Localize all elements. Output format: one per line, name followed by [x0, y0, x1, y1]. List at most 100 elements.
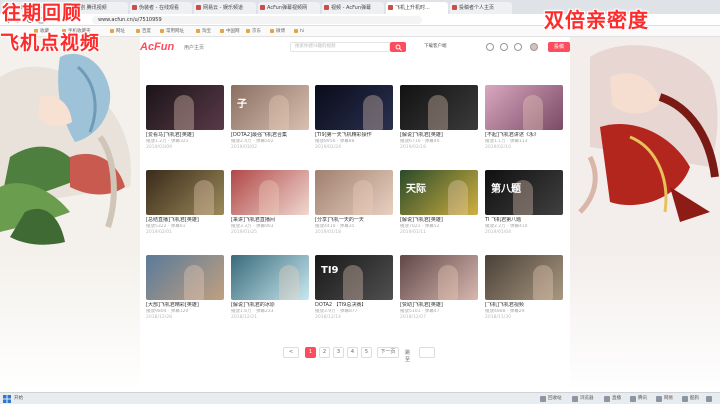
- video-thumbnail[interactable]: 子: [231, 85, 309, 130]
- acfun-logo[interactable]: AcFun: [140, 41, 174, 53]
- video-thumbnail[interactable]: [146, 255, 224, 300]
- video-title[interactable]: [爱看马]飞机君[英雄]: [146, 132, 224, 139]
- video-title[interactable]: [不起]飞机君讲述《永》: [485, 132, 563, 139]
- taskbar-app-icon[interactable]: [540, 396, 546, 402]
- start-label[interactable]: 开始: [14, 395, 23, 403]
- taskbar-app-icon[interactable]: [630, 396, 636, 402]
- taskbar-item[interactable]: 网易: [664, 395, 673, 403]
- video-thumbnail[interactable]: [400, 85, 478, 130]
- message-icon[interactable]: [486, 43, 494, 51]
- taskbar-app-icon[interactable]: [656, 396, 662, 402]
- browser-tab[interactable]: 视频 - AcFun弹幕: [322, 2, 384, 14]
- video-card[interactable]: [不起]飞机君讲述《永》 播放1.1万 · 弹幕113 2019/02/10: [485, 85, 563, 151]
- video-card[interactable]: [解说]飞机君[英雄] 播放6710 · 弹幕40 2019/02/18: [400, 85, 478, 151]
- browser-tab[interactable]: 网易云 - 娱乐频道: [194, 2, 256, 14]
- taskbar-item[interactable]: 酷狗: [690, 395, 699, 403]
- video-thumbnail[interactable]: TI9: [315, 255, 393, 300]
- video-title[interactable]: [赞助]飞机君[英雄]: [400, 302, 478, 309]
- video-thumbnail[interactable]: [315, 170, 393, 215]
- video-date: 2019/01/11: [400, 230, 426, 235]
- post-button[interactable]: 投稿: [548, 42, 570, 52]
- video-card[interactable]: TI9 DOTA2 【TI9总决赛】 播放3.9万 · 弹幕877 2018/12/1…: [315, 255, 393, 321]
- video-card[interactable]: [大部]飞机君精彩[英雄] 播放9804 · 弹幕120 2018/12/28: [146, 255, 224, 321]
- bookmark-item[interactable]: 百度: [136, 28, 151, 35]
- taskbar-app-icon[interactable]: [572, 396, 578, 402]
- page-button[interactable]: 3: [333, 347, 344, 358]
- jump-page-input[interactable]: [419, 347, 435, 358]
- taskbar-app-icon[interactable]: [682, 396, 688, 402]
- video-title[interactable]: [解说]飞机君的冰原: [231, 302, 309, 309]
- video-card[interactable]: 天际 [解说]飞机君[英雄] 播放7021 · 弹幕52 2019/01/11: [400, 170, 478, 236]
- search-input[interactable]: 搜索你感兴趣的视频: [290, 42, 390, 52]
- video-thumbnail[interactable]: [231, 170, 309, 215]
- browser-tab[interactable]: 投稿者个人主页: [450, 2, 512, 14]
- video-card[interactable]: [总结直播]飞机君[英雄] 播放5322 · 弹幕61 2019/02/01: [146, 170, 224, 236]
- prev-page-button[interactable]: <: [283, 347, 299, 358]
- taskbar-item[interactable]: 直播: [612, 395, 621, 403]
- video-thumbnail[interactable]: [315, 85, 393, 130]
- tray-icon[interactable]: [706, 396, 712, 402]
- video-thumbnail[interactable]: [146, 170, 224, 215]
- video-title[interactable]: [TI9]第一天飞机精彩操作: [315, 132, 393, 139]
- download-app-link[interactable]: 下载客户端: [424, 43, 447, 49]
- video-card[interactable]: 第八题 TI 飞机君第八题 播放2.2万 · 弹幕410 2019/01/04: [485, 170, 563, 236]
- thumbnail-figure: [438, 265, 458, 300]
- video-card[interactable]: [解说]飞机君的冰原 播放1.6万 · 弹幕233 2018/12/21: [231, 255, 309, 321]
- bookmark-item[interactable]: 淘宝: [196, 28, 211, 35]
- avatar[interactable]: [530, 43, 538, 51]
- bookmark-item[interactable]: 网址: [110, 28, 125, 35]
- taskbar-item[interactable]: 腾讯: [638, 395, 647, 403]
- video-title[interactable]: [大部]飞机君精彩[英雄]: [146, 302, 224, 309]
- video-title[interactable]: [解说]飞机君[英雄]: [400, 217, 478, 224]
- history-icon[interactable]: [514, 43, 522, 51]
- video-thumbnail[interactable]: [231, 255, 309, 300]
- video-title[interactable]: [解说]飞机君[英雄]: [400, 132, 478, 139]
- thumbnail-figure: [363, 95, 383, 130]
- browser-tab-active[interactable]: 飞机上升机时...: [386, 2, 448, 14]
- taskbar-item[interactable]: 回收站: [548, 395, 562, 403]
- video-title[interactable]: [飞机]飞机君视频: [485, 302, 563, 309]
- page-button[interactable]: 4: [347, 347, 358, 358]
- page-button[interactable]: 2: [319, 347, 330, 358]
- video-thumbnail[interactable]: [400, 255, 478, 300]
- page-button[interactable]: 5: [361, 347, 372, 358]
- video-card[interactable]: [赞助]飞机君[英雄] 播放5101 · 弹幕47 2018/12/07: [400, 255, 478, 321]
- video-title[interactable]: [分享]飞机一天的一天: [315, 217, 393, 224]
- video-thumbnail[interactable]: 第八题: [485, 170, 563, 215]
- video-title[interactable]: [DOTA2]最强飞机君合集: [231, 132, 309, 139]
- browser-tab[interactable]: 伪装者 - 在线观看: [130, 2, 192, 14]
- video-title[interactable]: [总结直播]飞机君[英雄]: [146, 217, 224, 224]
- video-thumbnail[interactable]: 天际: [400, 170, 478, 215]
- taskbar-app-icon[interactable]: [604, 396, 610, 402]
- search-button[interactable]: [390, 42, 406, 52]
- thumbnail-figure: [428, 95, 448, 130]
- bookmark-item[interactable]: 京东: [246, 28, 261, 35]
- windows-start-icon[interactable]: [3, 395, 11, 403]
- video-card[interactable]: [飞机]飞机君视频 播放4888 · 弹幕29 2018/11/30: [485, 255, 563, 321]
- bookmark-item[interactable]: 微博: [270, 28, 285, 35]
- bookmark-item[interactable]: hi: [294, 28, 304, 35]
- video-card[interactable]: [TI9]第一天飞机精彩操作 播放8956 · 弹幕88 2019/02/24: [315, 85, 393, 151]
- video-date: 2019/01/04: [485, 230, 511, 235]
- video-thumbnail[interactable]: [146, 85, 224, 130]
- video-card[interactable]: [爱看马]飞机君[英雄] 播放1.2万 · 弹幕321 2019/03/09: [146, 85, 224, 151]
- next-page-button[interactable]: 下一页: [377, 347, 399, 358]
- taskbar-item[interactable]: 浏览器: [580, 395, 594, 403]
- thumbnail-figure: [269, 95, 289, 130]
- video-date: 2019/01/18: [315, 230, 341, 235]
- bookmark-item[interactable]: 中国网: [220, 28, 240, 35]
- windows-taskbar: 开始 回收站 浏览器 直播 腾讯 网易 酷狗: [0, 392, 720, 404]
- video-thumbnail[interactable]: [485, 85, 563, 130]
- notification-icon[interactable]: [500, 43, 508, 51]
- video-title[interactable]: TI 飞机君第八题: [485, 217, 563, 224]
- video-thumbnail[interactable]: [485, 255, 563, 300]
- url-input[interactable]: www.acfun.cn/u/7510959: [92, 16, 422, 24]
- video-card[interactable]: [来讲]飞机君直播间 播放3.3万 · 弹幕903 2019/01/25: [231, 170, 309, 236]
- browser-tab[interactable]: AcFun弹幕视频网: [258, 2, 320, 14]
- video-card[interactable]: 子 [DOTA2]最强飞机君合集 播放2.4万 · 弹幕502 2019/03/02: [231, 85, 309, 151]
- video-card[interactable]: [分享]飞机一天的一天 播放4410 · 弹幕35 2019/01/18: [315, 170, 393, 236]
- page-button[interactable]: 1: [305, 347, 316, 358]
- video-title[interactable]: DOTA2 【TI9总决赛】: [315, 302, 393, 309]
- video-title[interactable]: [来讲]飞机君直播间: [231, 217, 309, 224]
- bookmark-item[interactable]: 常用网址: [160, 28, 184, 35]
